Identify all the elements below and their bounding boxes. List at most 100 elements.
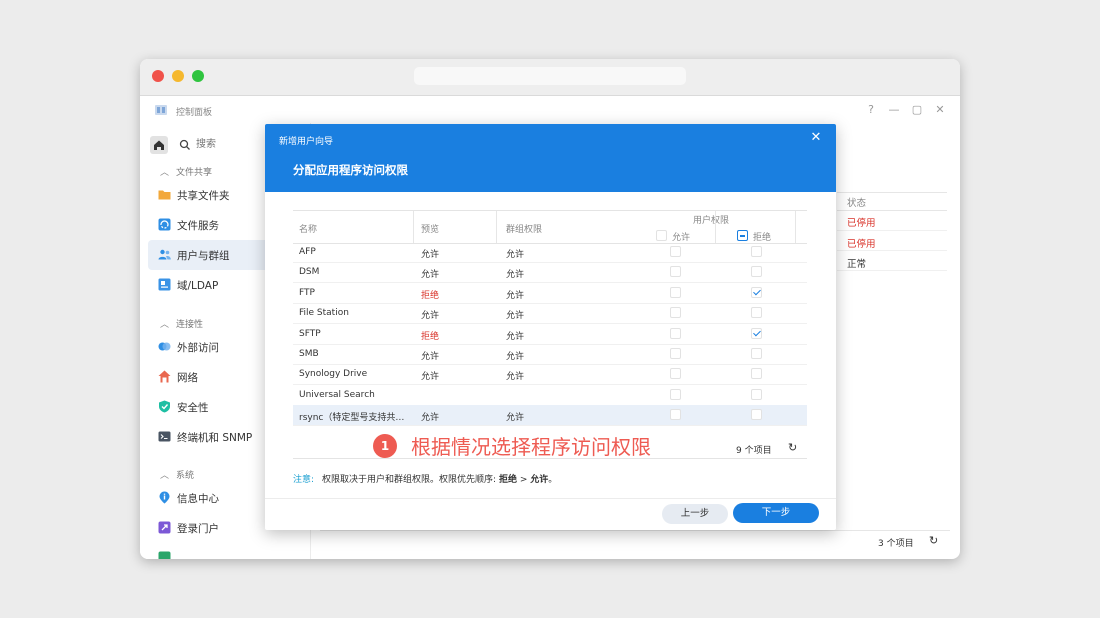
app-name: rsync（特定型号支持共… [299, 413, 405, 424]
allow-checkbox[interactable] [670, 266, 681, 278]
allow-checkbox[interactable] [670, 307, 681, 319]
app-name: FTP [299, 287, 315, 298]
preview-value: 允许 [421, 372, 440, 383]
status-badge: 已停用 [847, 239, 876, 250]
app-title: 控制面板 [176, 108, 213, 118]
allow-all-checkbox[interactable] [656, 230, 667, 241]
deny-checkbox[interactable] [751, 368, 762, 380]
folder-icon [158, 190, 171, 200]
dialog-header: 新增用户向导 分配应用程序访问权限 ✕ [265, 124, 836, 192]
allow-checkbox[interactable] [670, 246, 681, 257]
status-badge: 正常 [847, 259, 867, 270]
table-row[interactable]: DSM 允许 允许 [293, 262, 807, 284]
section-connectivity[interactable]: ︿ 连接性 [160, 317, 203, 330]
section-system[interactable]: ︿ 系统 [160, 468, 194, 481]
preview-value: 拒绝 [421, 290, 440, 301]
table-row[interactable]: FTP 拒绝 允许 [293, 283, 807, 304]
deny-checkbox[interactable] [751, 327, 762, 339]
allow-checkbox[interactable] [670, 409, 681, 421]
close-window-dot[interactable] [152, 70, 164, 82]
group-permission-value: 允许 [506, 413, 525, 424]
external-access-icon [158, 342, 171, 351]
minimize-icon[interactable]: — [887, 103, 901, 117]
status-badge: 已停用 [847, 218, 876, 229]
refresh-icon[interactable]: ↻ [788, 441, 797, 454]
maximize-window-dot[interactable] [192, 70, 204, 82]
allow-checkbox[interactable] [670, 368, 681, 380]
terminal-icon [158, 431, 171, 442]
preview-value: 允许 [421, 270, 440, 281]
deny-checkbox[interactable] [751, 266, 762, 278]
refresh-icon[interactable]: ↻ [929, 534, 938, 547]
chevron-up-icon: ︿ [160, 320, 170, 330]
annotation-text: 根据情况选择程序访问权限 [411, 435, 651, 459]
app-header: 控制面板 ? — ▢ ✕ [140, 95, 960, 123]
add-user-wizard-dialog: 新增用户向导 分配应用程序访问权限 ✕ 名称 预览 群组权限 用户权限 允许 拒… [265, 124, 836, 530]
table-row[interactable]: SMB 允许 允许 [293, 344, 807, 365]
column-name[interactable]: 名称 [299, 222, 317, 235]
help-icon[interactable]: ? [864, 103, 878, 117]
preview-value: 允许 [421, 413, 440, 424]
minimize-window-dot[interactable] [172, 70, 184, 82]
group-permission-value: 允许 [506, 352, 525, 362]
dialog-title: 新增用户向导 [279, 137, 334, 147]
table-header: 名称 预览 群组权限 用户权限 允许 拒绝 [293, 210, 807, 244]
permission-note: 注意: 权限取决于用户和群组权限。权限优先顺序: 拒绝 > 允许。 [293, 475, 558, 485]
column-user-permission: 用户权限 [693, 216, 730, 226]
preview-value: 允许 [421, 311, 440, 322]
domain-icon [158, 278, 171, 291]
table-row[interactable]: rsync（特定型号支持共… 允许 允许 [293, 405, 807, 427]
deny-checkbox[interactable] [751, 388, 762, 400]
allow-checkbox[interactable] [670, 286, 681, 298]
window-titlebar [140, 59, 960, 96]
step-number-badge: 1 [373, 434, 397, 458]
preview-value: 拒绝 [421, 331, 440, 342]
app-name: Synology Drive [299, 369, 368, 380]
table-row[interactable]: SFTP 拒绝 允许 [293, 324, 807, 345]
users-icon [158, 249, 171, 260]
allow-checkbox[interactable] [670, 348, 681, 359]
column-group-permission[interactable]: 群组权限 [506, 222, 542, 235]
network-icon [158, 370, 171, 383]
dialog-subtitle: 分配应用程序访问权限 [293, 163, 408, 177]
address-bar[interactable] [414, 67, 686, 85]
item-count: 9 个项目 [736, 446, 772, 456]
login-portal-icon [158, 521, 171, 534]
chevron-up-icon: ︿ [160, 471, 170, 481]
app-name: File Station [299, 308, 349, 319]
sidebar-search[interactable] [174, 136, 274, 154]
home-button[interactable] [150, 136, 168, 154]
section-file-sharing[interactable]: ︿ 文件共享 [160, 165, 212, 178]
home-icon [154, 140, 164, 150]
close-icon[interactable]: ✕ [933, 103, 947, 117]
allow-checkbox[interactable] [670, 327, 681, 339]
regional-options-icon [158, 551, 171, 559]
restore-icon[interactable]: ▢ [910, 103, 924, 117]
table-row[interactable]: File Station 允许 允许 [293, 303, 807, 325]
table-row[interactable]: Synology Drive 允许 允许 [293, 364, 807, 386]
app-name: DSM [299, 267, 320, 278]
control-panel-icon [155, 105, 167, 115]
app-name: AFP [299, 247, 316, 257]
deny-checkbox[interactable] [751, 307, 762, 319]
previous-button[interactable]: 上一步 [662, 504, 728, 524]
table-row[interactable]: AFP 允许 允许 [293, 242, 807, 263]
deny-all-checkbox[interactable] [737, 230, 748, 241]
deny-checkbox[interactable] [751, 246, 762, 257]
close-icon[interactable]: ✕ [809, 130, 823, 145]
preview-value: 允许 [421, 352, 440, 362]
search-input[interactable] [194, 138, 268, 151]
app-name: Universal Search [299, 389, 375, 400]
allow-checkbox[interactable] [670, 388, 681, 400]
table-row[interactable]: Universal Search [293, 385, 807, 406]
deny-checkbox[interactable] [751, 348, 762, 359]
status-column-header: 状态 [847, 198, 867, 209]
deny-checkbox[interactable] [751, 409, 762, 421]
next-button[interactable]: 下一步 [733, 503, 819, 523]
shield-icon [159, 400, 170, 413]
deny-checkbox[interactable] [751, 286, 762, 298]
column-preview[interactable]: 预览 [421, 222, 439, 235]
search-icon [179, 139, 190, 150]
file-services-icon [158, 218, 171, 231]
sidebar-item-partial[interactable] [148, 543, 308, 559]
